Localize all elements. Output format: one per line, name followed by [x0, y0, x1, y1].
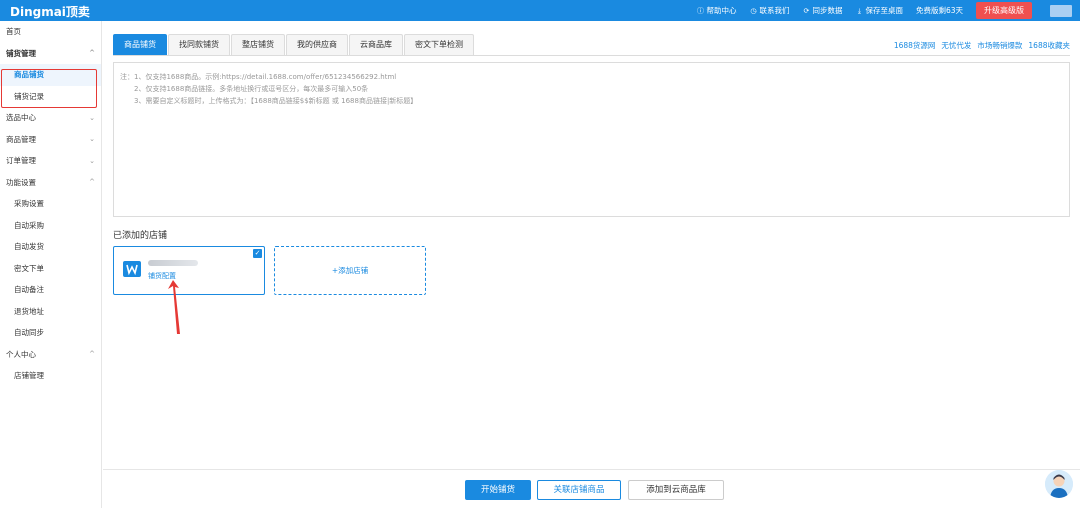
sidebar-item-label: 采购设置 [14, 199, 44, 209]
shop-name-blurred [148, 260, 198, 266]
sidebar-item-label: 自动同步 [14, 328, 44, 338]
tab-product-distribution[interactable]: 商品铺货 [113, 34, 167, 55]
sidebar-group-personal-center[interactable]: 个人中心 ^ [0, 344, 101, 366]
customer-service-avatar[interactable] [1045, 470, 1073, 498]
help-center-link[interactable]: ⓘ 帮助中心 [696, 5, 737, 16]
sidebar-item-purchase-settings[interactable]: 采购设置 [0, 193, 101, 215]
link-input-textarea[interactable]: 注：1、仅支持1688商品。示例:https://detail.1688.com… [113, 62, 1070, 217]
link-worry-free[interactable]: 无忧代发 [941, 40, 971, 51]
sidebar-item-label: 铺货记录 [14, 91, 44, 101]
add-shop-button[interactable]: +添加店铺 [274, 246, 426, 295]
sidebar-item-return-address[interactable]: 退货地址 [0, 301, 101, 323]
save-desktop-label: 保存至桌面 [865, 6, 903, 15]
app-logo[interactable]: Dingmai顶卖 [10, 3, 90, 20]
sidebar-item-label: 店铺管理 [14, 371, 44, 381]
main-content: 商品铺货 找同款铺货 整店铺货 我的供应商 云商品库 密文下单检测 1688货源… [103, 21, 1080, 508]
contact-us-link[interactable]: ◷ 联系我们 [749, 5, 789, 16]
sidebar-item-label: 自动采购 [14, 220, 44, 230]
sync-icon: ⟳ [803, 6, 810, 15]
upgrade-button[interactable]: 升级高级版 [976, 2, 1032, 19]
clock-icon: ◷ [750, 6, 757, 15]
sidebar-item-label: 选品中心 [6, 113, 36, 123]
sidebar-item-label: 订单管理 [6, 156, 36, 166]
sidebar-item-auto-sync[interactable]: 自动同步 [0, 322, 101, 344]
shop-logo-icon [123, 261, 141, 277]
tab-cipher-check[interactable]: 密文下单检测 [404, 34, 474, 55]
save-desktop-link[interactable]: ⤓ 保存至桌面 [855, 5, 903, 16]
note-line-3: 3、需要自定义标题时，上传格式为：【1688商品链接$$新标题 或 1688商品… [134, 97, 418, 105]
sidebar-item-label: 商品铺货 [14, 70, 44, 80]
top-nav: ⓘ 帮助中心 ◷ 联系我们 ⟳ 同步数据 ⤓ 保存至桌面 免费版剩63天 升级高… [696, 0, 1080, 21]
note-line-2: 2、仅支持1688商品链接。多条地址换行或逗号区分，每次最多可输入50条 [134, 85, 369, 93]
sidebar-item-label: 个人中心 [6, 349, 36, 359]
sidebar-item-home[interactable]: 首页 [0, 21, 101, 43]
download-icon: ⤓ [857, 6, 861, 15]
sidebar-item-distribution-records[interactable]: 铺货记录 [0, 86, 101, 108]
chevron-up-icon: ^ [89, 49, 95, 58]
link-1688-source[interactable]: 1688货源网 [894, 40, 936, 51]
footer-action-bar: 开始铺货 关联店铺商品 添加到云商品库 [103, 469, 1080, 508]
sidebar: 首页 铺货管理 ^ 商品铺货 铺货记录 选品中心 ⌄ 商品管理 ⌄ 订单管理 ⌄ 功能设… [0, 21, 102, 508]
sync-data-link[interactable]: ⟳ 同步数据 [802, 5, 843, 16]
sidebar-item-label: 功能设置 [6, 177, 36, 187]
tab-whole-shop[interactable]: 整店铺货 [231, 34, 285, 55]
sidebar-group-distribution[interactable]: 铺货管理 ^ [0, 43, 101, 65]
sidebar-item-shop-management[interactable]: 店铺管理 [0, 365, 101, 387]
start-distribution-button[interactable]: 开始铺货 [465, 480, 531, 500]
tab-bar: 商品铺货 找同款铺货 整店铺货 我的供应商 云商品库 密文下单检测 [113, 34, 475, 55]
tab-find-same[interactable]: 找同款铺货 [168, 34, 230, 55]
chevron-up-icon: ^ [89, 178, 95, 187]
chevron-down-icon: ⌄ [89, 113, 95, 122]
add-to-cloud-button[interactable]: 添加到云商品库 [628, 480, 724, 500]
sidebar-item-auto-note[interactable]: 自动备注 [0, 279, 101, 301]
shop-card[interactable]: 铺货配置 ✓ [113, 246, 265, 295]
info-icon: ⓘ [696, 6, 704, 15]
sidebar-group-product-management[interactable]: 商品管理 ⌄ [0, 129, 101, 151]
sidebar-item-label: 商品管理 [6, 134, 36, 144]
added-shops-title: 已添加的店铺 [113, 231, 168, 241]
link-1688-favorites[interactable]: 1688收藏夹 [1028, 40, 1070, 51]
contact-us-label: 联系我们 [759, 6, 790, 15]
sidebar-item-product-distribution[interactable]: 商品铺货 [0, 64, 101, 86]
sync-data-label: 同步数据 [812, 6, 843, 15]
link-shop-products-button[interactable]: 关联店铺商品 [537, 480, 621, 500]
sidebar-item-label: 首页 [6, 27, 21, 37]
link-hot-sellers[interactable]: 市场畅销爆款 [977, 40, 1022, 51]
tab-divider [113, 55, 1070, 56]
note-line-1: 注：1、仅支持1688商品。示例:https://detail.1688.com… [120, 73, 397, 81]
tab-my-suppliers[interactable]: 我的供应商 [286, 34, 348, 55]
sidebar-group-selection-center[interactable]: 选品中心 ⌄ [0, 107, 101, 129]
chevron-down-icon: ⌄ [89, 135, 95, 144]
chevron-up-icon: ^ [89, 350, 95, 359]
quick-links: 1688货源网 无忧代发 市场畅销爆款 1688收藏夹 [888, 40, 1070, 51]
chevron-down-icon: ⌄ [89, 156, 95, 165]
sidebar-item-label: 铺货管理 [6, 48, 36, 58]
sidebar-item-label: 自动备注 [14, 285, 44, 295]
shop-config-link[interactable]: 铺货配置 [148, 271, 176, 281]
sidebar-item-auto-purchase[interactable]: 自动采购 [0, 215, 101, 237]
checkbox-checked-icon[interactable]: ✓ [253, 249, 262, 258]
sidebar-item-cipher-order[interactable]: 密文下单 [0, 258, 101, 280]
support-agent-icon [1045, 470, 1073, 498]
sidebar-item-label: 密文下单 [14, 263, 44, 273]
sidebar-group-settings[interactable]: 功能设置 ^ [0, 172, 101, 194]
trial-status: 免费版剩63天 [915, 6, 963, 15]
sidebar-item-auto-ship[interactable]: 自动发货 [0, 236, 101, 258]
sidebar-group-order-management[interactable]: 订单管理 ⌄ [0, 150, 101, 172]
sidebar-item-label: 退货地址 [14, 306, 44, 316]
tab-cloud-library[interactable]: 云商品库 [349, 34, 403, 55]
sidebar-item-label: 自动发货 [14, 242, 44, 252]
user-avatar[interactable] [1050, 4, 1072, 17]
help-center-label: 帮助中心 [706, 6, 737, 15]
top-bar: Dingmai顶卖 ⓘ 帮助中心 ◷ 联系我们 ⟳ 同步数据 ⤓ 保存至桌面 免… [0, 0, 1080, 21]
